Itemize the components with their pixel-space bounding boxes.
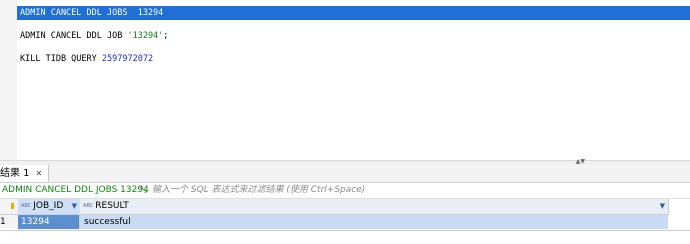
column-header-result[interactable]: ABC RESULT ▼: [80, 199, 669, 215]
results-grid: ABC JOB_ID ▼ ABC RESULT ▼ 1 13294 successful: [0, 199, 690, 244]
tab-label: 结果 1: [0, 168, 30, 179]
sort-dropdown-icon[interactable]: ▼: [72, 199, 77, 214]
cell-result[interactable]: successful: [80, 215, 668, 229]
column-header-job-id[interactable]: ABC JOB_ID ▼: [18, 199, 81, 215]
sql-number: 2597972072: [101, 54, 154, 64]
column-name: JOB_ID: [33, 201, 64, 211]
text-type-icon: ABC: [21, 203, 32, 209]
editor-gutter: [0, 0, 18, 160]
row-number[interactable]: 1: [0, 215, 19, 229]
sql-terminator: ;: [163, 31, 169, 41]
tab-results-1[interactable]: 结果 1 ✕: [0, 165, 50, 182]
executed-query-label: ADMIN CANCEL DDL JOBS 13294: [2, 185, 149, 195]
sql-string: '13294': [127, 31, 164, 41]
sql-keyword: ADMIN CANCEL DDL JOB: [20, 31, 128, 41]
grid-corner[interactable]: [0, 199, 19, 215]
editor-line-2[interactable]: ADMIN CANCEL DDL JOB '13294';: [20, 29, 168, 43]
cell-job-id[interactable]: 13294: [18, 215, 80, 229]
sql-keyword: KILL TIDB QUERY: [20, 54, 102, 64]
editor-line-3[interactable]: KILL TIDB QUERY 2597972072: [20, 52, 153, 66]
query-filter-bar: ADMIN CANCEL DDL JOBS 13294 ⤡ 输入一个 SQL 表…: [0, 183, 690, 199]
column-name: RESULT: [95, 201, 129, 211]
sql-editor[interactable]: ADMIN CANCEL DDL JOBS 13294 ADMIN CANCEL…: [17, 0, 690, 160]
lock-icon: [11, 203, 14, 209]
collapse-arrows-icon[interactable]: ▲▼: [576, 158, 585, 165]
close-icon[interactable]: ✕: [36, 169, 43, 178]
filter-input[interactable]: 输入一个 SQL 表达式来过滤结果 (使用 Ctrl+Space): [152, 183, 365, 198]
text-type-icon: ABC: [83, 203, 94, 209]
filter-expand-icon[interactable]: ⤡: [140, 183, 147, 198]
results-tabbar: 结果 1 ✕: [0, 165, 690, 183]
sort-dropdown-icon[interactable]: ▼: [660, 199, 665, 214]
grid-divider: [0, 230, 690, 231]
editor-line-1[interactable]: ADMIN CANCEL DDL JOBS 13294: [17, 6, 690, 20]
